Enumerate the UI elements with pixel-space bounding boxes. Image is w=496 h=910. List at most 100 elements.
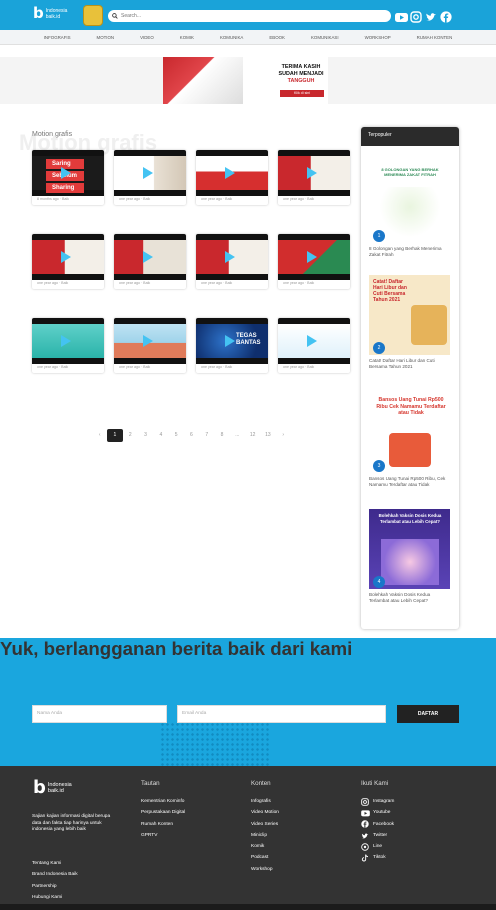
video-card[interactable]: one year ago · Baik — [196, 150, 268, 205]
video-card[interactable]: one year ago · Baik — [278, 234, 350, 289]
video-card[interactable]: Saring Sebelum Sharing 8 months ago · Ba… — [32, 150, 104, 205]
footer-link-contact[interactable]: Hubungi Kami — [32, 892, 78, 903]
popular-caption: Bansos Uang Tunai Rp500 Ribu, Cek Namamu… — [369, 476, 446, 487]
ad-line-1: TERIMA KASIH — [281, 64, 321, 70]
video-card[interactable]: one year ago · Baik — [114, 234, 186, 289]
page-1[interactable]: 1 — [107, 429, 123, 442]
social-label: Twitter — [373, 832, 388, 838]
footer-col-title: Tautan — [141, 780, 160, 787]
footer-link[interactable]: Perpustakaan Digital — [141, 807, 185, 818]
popular-illustration — [411, 305, 447, 345]
footer-social-youtube[interactable]: Youtube — [361, 807, 394, 818]
menu-item-infografis[interactable]: INFOGRAFIS — [31, 30, 84, 44]
footer-link[interactable]: Kementrian Kominfo — [141, 796, 185, 807]
footer-social-facebook[interactable]: Facebook — [361, 819, 394, 830]
instagram-icon[interactable] — [410, 10, 422, 23]
footer-social-tiktok[interactable]: Tiktok — [361, 852, 394, 863]
menu-item-rumah-konten[interactable]: RUMAH KONTEN — [404, 30, 466, 44]
footer-logo[interactable]: b Indonesia baik.id — [33, 779, 82, 797]
page-7[interactable]: 7 — [199, 429, 214, 442]
video-card[interactable]: one year ago · Baik — [32, 234, 104, 289]
footer-link[interactable]: Podcast — [251, 852, 279, 863]
menu-item-komik[interactable]: KOMIK — [167, 30, 207, 44]
video-card[interactable]: TEGAS BANTAS one year ago · Baik — [196, 318, 268, 373]
footer-link[interactable]: Miniclip — [251, 830, 279, 841]
menu-item-komunikasi[interactable]: KOMUNIKASI — [298, 30, 352, 44]
footer-logo-text: Indonesia baik.id — [47, 781, 72, 795]
menu-item-workshop[interactable]: WORKSHOP — [352, 30, 404, 44]
popular-sidebar: Terpopuler 8 GOLONGAN YANG BERHAK MENERI… — [361, 127, 459, 629]
section-title: Motion grafis — [32, 131, 73, 138]
search-bar[interactable] — [108, 10, 391, 22]
facebook-icon[interactable] — [440, 10, 452, 23]
menu-item-video[interactable]: VIDEO — [127, 30, 167, 44]
search-icon — [112, 13, 118, 19]
page-2[interactable]: 2 — [123, 429, 138, 442]
line-icon — [361, 843, 369, 851]
video-card[interactable]: one year ago · Baik — [278, 150, 350, 205]
video-meta: one year ago · Baik — [283, 281, 315, 285]
popular-item[interactable]: Catat! Daftar Hari Libur dan Cuti Bersam… — [369, 275, 450, 370]
video-card[interactable]: one year ago · Baik — [278, 318, 350, 373]
popular-item[interactable]: Bansos Uang Tunai Rp500 Ribu Cek Namamu … — [369, 393, 450, 488]
play-icon — [307, 167, 317, 179]
name-field[interactable]: Nama Anda — [32, 705, 167, 723]
page-8[interactable]: 8 — [214, 429, 229, 442]
footer-link-about[interactable]: Tentang Kami — [32, 858, 78, 869]
page-13[interactable]: 13 — [260, 429, 275, 442]
footer-link[interactable]: Video Series — [251, 819, 279, 830]
footer-social-twitter[interactable]: Twitter — [361, 830, 394, 841]
menu-item-ebook[interactable]: EBOOK — [256, 30, 298, 44]
email-field[interactable]: Email Anda — [177, 705, 386, 723]
rank-badge: 1 — [373, 230, 385, 242]
footer-link[interactable]: Infografis — [251, 796, 279, 807]
popular-heading: Bolehkah Vaksin Dosis Kedua Terlambat at… — [378, 513, 442, 524]
footer-link[interactable]: GPRTV — [141, 830, 185, 841]
footer-description: Sajian kajian informasi digital berupa d… — [32, 814, 111, 832]
footer-links: Tentang Kami Brand Indonesia Baik Partne… — [32, 858, 78, 903]
dot-pattern — [160, 722, 270, 766]
youtube-icon[interactable] — [395, 10, 408, 22]
thumb-label-3: Sharing — [46, 183, 84, 193]
popular-caption: 8 Golongan yang Berhak Menerima Zakat Fi… — [369, 246, 442, 257]
footer-col-ikuti: Ikuti Kami Instagram Youtube Facebook Tw… — [361, 780, 394, 864]
video-card[interactable]: one year ago · Baik — [32, 318, 104, 373]
footer-social-line[interactable]: Line — [361, 841, 394, 852]
page-3[interactable]: 3 — [138, 429, 153, 442]
footer-link[interactable]: Komik — [251, 841, 279, 852]
popular-item[interactable]: 8 GOLONGAN YANG BERHAK MENERIMA ZAKAT FI… — [369, 163, 450, 258]
video-meta: one year ago · Baik — [201, 281, 233, 285]
subscribe-button[interactable]: DAFTAR — [397, 705, 459, 723]
footer-link-partnership[interactable]: Partnership — [32, 881, 78, 892]
video-meta: one year ago · Baik — [119, 365, 151, 369]
ad-banner[interactable]: TERIMA KASIH SUDAH MENJADI TANGGUH Klik … — [163, 57, 328, 104]
popular-illustration — [389, 433, 431, 467]
footer-social-instagram[interactable]: Instagram — [361, 796, 394, 807]
video-card[interactable]: one year ago · Baik — [196, 234, 268, 289]
play-icon — [143, 167, 153, 179]
footer-link[interactable]: Workshop — [251, 864, 279, 875]
menu-item-motion[interactable]: MOTION — [84, 30, 128, 44]
page-next[interactable]: › — [276, 429, 291, 442]
search-input[interactable] — [121, 11, 381, 21]
page-6[interactable]: 6 — [184, 429, 199, 442]
popular-item[interactable]: Bolehkah Vaksin Dosis Kedua Terlambat at… — [369, 509, 450, 604]
twitter-icon[interactable] — [425, 10, 437, 22]
ad-image — [163, 57, 243, 104]
footer-link[interactable]: Video Motion — [251, 807, 279, 818]
site-logo[interactable]: b Indonesia baik.id — [33, 6, 72, 21]
video-card[interactable]: one year ago · Baik — [114, 318, 186, 373]
page-5[interactable]: 5 — [168, 429, 183, 442]
video-card[interactable]: one year ago · Baik — [114, 150, 186, 205]
page-4[interactable]: 4 — [153, 429, 168, 442]
instagram-icon — [361, 797, 369, 806]
ad-cta-button[interactable]: Klik di sini — [280, 90, 324, 97]
menu-item-komunika[interactable]: KOMUNIKA — [207, 30, 256, 44]
popular-heading: Catat! Daftar Hari Libur dan Cuti Bersam… — [373, 279, 407, 303]
footer-link-brand[interactable]: Brand Indonesia Baik — [32, 869, 78, 880]
page-prev[interactable]: ‹ — [92, 429, 107, 442]
footer-link[interactable]: Rumah Konten — [141, 819, 185, 830]
footer-col-title: Ikuti Kami — [361, 780, 389, 787]
page-12[interactable]: 12 — [245, 429, 260, 442]
ad-line-2: SUDAH MENJADI — [278, 71, 324, 77]
